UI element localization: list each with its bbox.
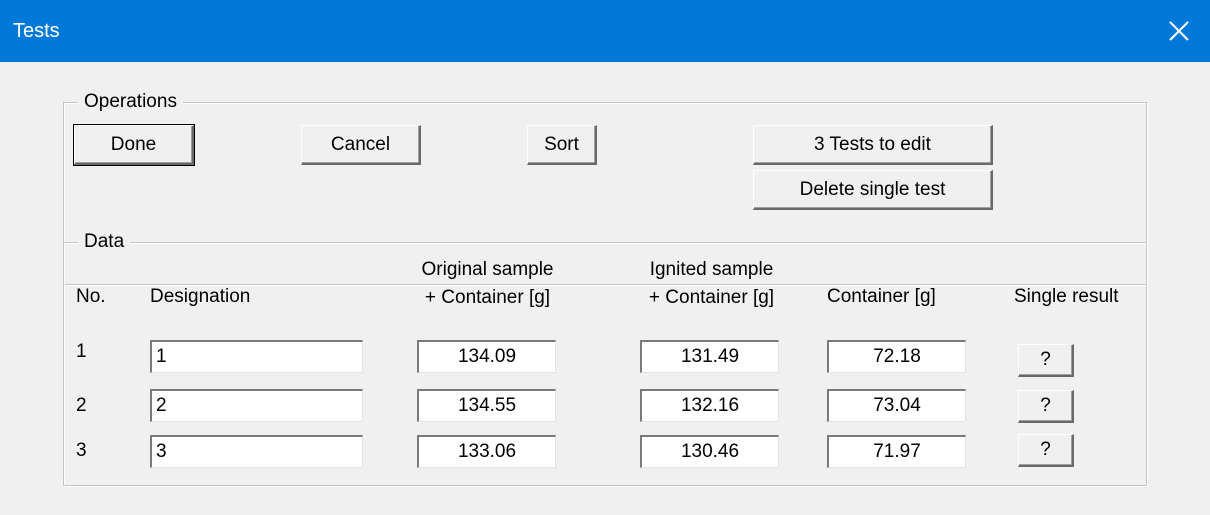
close-icon — [1169, 21, 1189, 41]
designation-field[interactable] — [150, 435, 363, 468]
designation-field[interactable] — [150, 389, 363, 422]
original-sample-field[interactable] — [417, 389, 556, 422]
single-result-button[interactable]: ? — [1018, 344, 1074, 377]
header-container: Container [g] — [827, 286, 936, 307]
sort-button[interactable]: Sort — [527, 125, 597, 165]
header-single-result: Single result — [1014, 286, 1119, 307]
original-sample-field[interactable] — [417, 340, 556, 373]
container-field[interactable] — [827, 435, 966, 468]
ignited-sample-field[interactable] — [640, 340, 779, 373]
single-result-button[interactable]: ? — [1018, 390, 1074, 423]
ignited-sample-field[interactable] — [640, 435, 779, 468]
title-bar: Tests — [0, 0, 1210, 62]
original-sample-field[interactable] — [417, 435, 556, 468]
data-legend: Data — [78, 231, 131, 253]
window-title: Tests — [13, 20, 60, 42]
delete-single-test-button[interactable]: Delete single test — [753, 170, 993, 210]
row-number: 3 — [76, 440, 87, 461]
container-field[interactable] — [827, 389, 966, 422]
ignited-sample-field[interactable] — [640, 389, 779, 422]
close-button[interactable] — [1148, 0, 1210, 62]
single-result-button[interactable]: ? — [1018, 434, 1074, 467]
row-number: 2 — [76, 395, 87, 416]
cancel-button[interactable]: Cancel — [301, 125, 421, 165]
container-field[interactable] — [827, 340, 966, 373]
header-designation: Designation — [150, 286, 251, 307]
row-number: 1 — [76, 341, 87, 362]
header-original-sample: Original sample + Container [g] — [421, 259, 554, 308]
done-button[interactable]: Done — [73, 124, 195, 166]
dialog-body: Operations Done Cancel Sort 3 Tests to e… — [0, 62, 1210, 515]
designation-field[interactable] — [150, 340, 363, 373]
edit-tests-button[interactable]: 3 Tests to edit — [753, 125, 993, 165]
header-ignited-sample: Ignited sample + Container [g] — [648, 259, 775, 308]
operations-legend: Operations — [78, 91, 183, 113]
header-no: No. — [76, 286, 106, 307]
